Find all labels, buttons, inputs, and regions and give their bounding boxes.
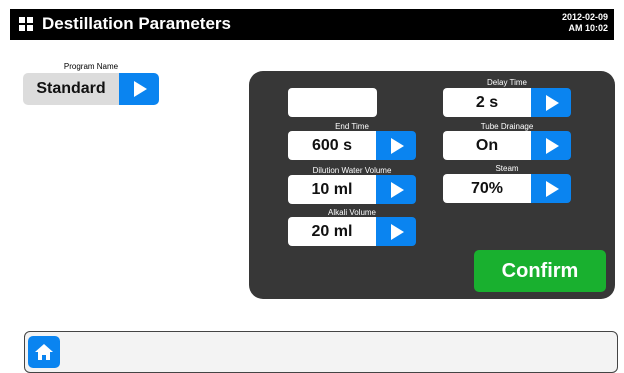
steam-value[interactable]: 70%: [443, 174, 531, 203]
play-arrow-icon: [134, 81, 147, 97]
title-bar: Destillation Parameters 2012-02-09 AM 10…: [10, 9, 614, 40]
alkali-volume-value[interactable]: 20 ml: [288, 217, 376, 246]
home-button[interactable]: [28, 336, 60, 368]
date-label: 2012-02-09: [561, 12, 608, 22]
grid-icon: [19, 17, 33, 31]
alkali-volume-next-button[interactable]: [376, 217, 416, 246]
end-time-label: End Time: [335, 122, 369, 131]
play-arrow-icon: [391, 137, 404, 154]
play-arrow-icon: [391, 181, 404, 198]
program-name-label: Program Name: [63, 62, 119, 71]
tube-drainage-value[interactable]: On: [443, 131, 531, 160]
steam-next-button[interactable]: [531, 174, 571, 203]
tube-drainage-label: Tube Drainage: [480, 122, 534, 131]
play-arrow-icon: [546, 94, 559, 111]
dilution-water-volume-value[interactable]: 10 ml: [288, 175, 376, 204]
blank-field[interactable]: [288, 88, 377, 117]
time-label: AM 10:02: [568, 23, 608, 33]
play-arrow-icon: [546, 180, 559, 197]
delay-time-value[interactable]: 2 s: [443, 88, 531, 117]
program-selector[interactable]: Standard: [23, 73, 159, 105]
home-icon: [35, 344, 53, 360]
dilution-water-volume-next-button[interactable]: [376, 175, 416, 204]
dilution-water-volume-label: Dilution Water Volume: [312, 166, 392, 175]
confirm-button[interactable]: Confirm: [474, 250, 606, 292]
page-title: Destillation Parameters: [42, 14, 231, 33]
delay-time-label: Delay Time: [486, 78, 527, 87]
play-arrow-icon: [391, 223, 404, 240]
end-time-next-button[interactable]: [376, 131, 416, 160]
datetime: 2012-02-09 AM 10:02: [562, 12, 608, 34]
delay-time-next-button[interactable]: [531, 88, 571, 117]
steam-label: Steam: [495, 164, 519, 173]
program-next-button[interactable]: [119, 73, 159, 105]
alkali-volume-label: Alkali Volume: [327, 208, 377, 217]
tube-drainage-next-button[interactable]: [531, 131, 571, 160]
program-name-value[interactable]: Standard: [23, 73, 119, 105]
end-time-value[interactable]: 600 s: [288, 131, 376, 160]
play-arrow-icon: [546, 137, 559, 154]
